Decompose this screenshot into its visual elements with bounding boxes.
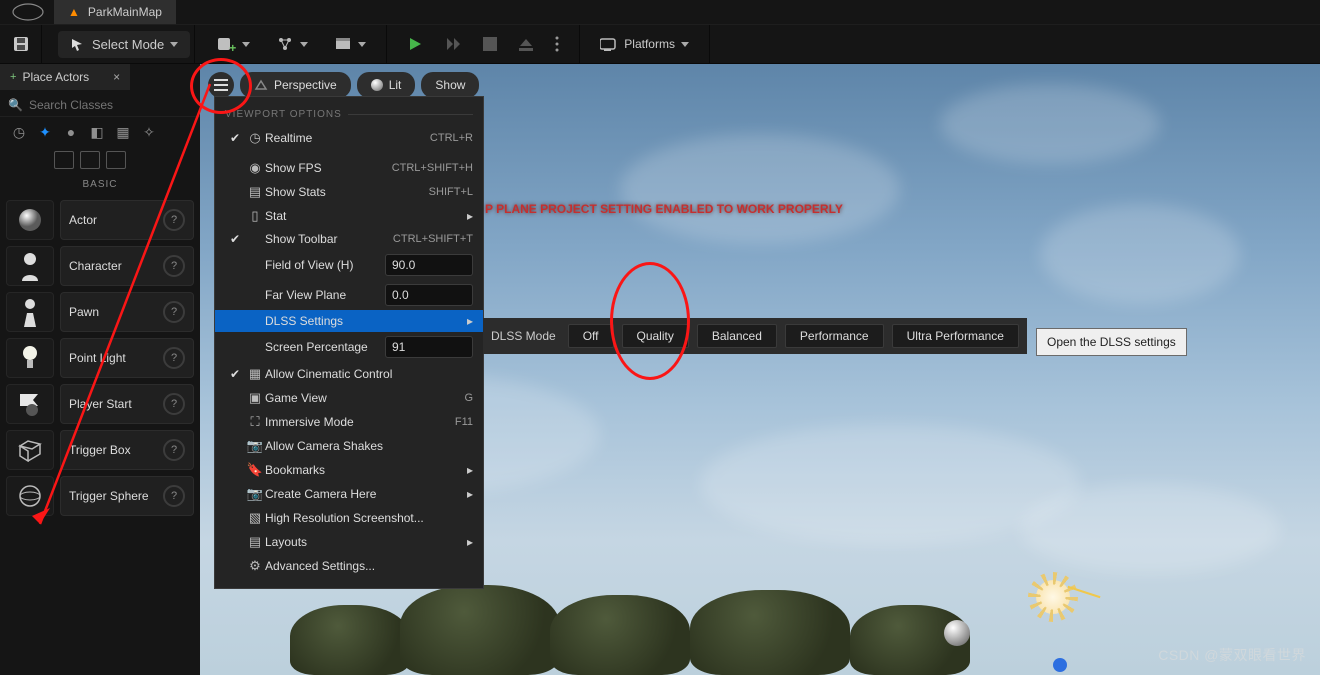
- dlss-off-button[interactable]: Off: [568, 324, 614, 348]
- menu-camera-shakes[interactable]: 📷Allow Camera Shakes: [215, 434, 483, 458]
- menu-far-plane: Far View Plane: [215, 280, 483, 310]
- play-button[interactable]: [401, 30, 429, 58]
- skip-button[interactable]: [439, 30, 467, 58]
- chevron-down-icon: [358, 42, 366, 47]
- lit-dropdown[interactable]: Lit: [357, 72, 416, 98]
- eject-button[interactable]: [513, 31, 539, 57]
- menu-fov: Field of View (H): [215, 250, 483, 280]
- sun-gizmo-icon: [1036, 580, 1070, 614]
- dlss-tooltip: Open the DLSS settings: [1036, 328, 1187, 356]
- blueprints-dropdown[interactable]: [270, 29, 314, 59]
- perspective-dropdown[interactable]: Perspective: [240, 72, 351, 98]
- dlss-performance-button[interactable]: Performance: [785, 324, 884, 348]
- trees-background: [290, 595, 990, 675]
- menu-stat[interactable]: ▯Stat▸: [215, 204, 483, 228]
- fov-input[interactable]: [385, 254, 473, 276]
- platforms-label: Platforms: [624, 37, 675, 51]
- menu-screen-percentage: Screen Percentage: [215, 332, 483, 362]
- annotation-arrow: [10, 22, 224, 526]
- menu-immersive[interactable]: ⛶Immersive ModeF11: [215, 410, 483, 434]
- stop-button[interactable]: [477, 31, 503, 57]
- menu-show-fps[interactable]: ◉Show FPSCTRL+SHIFT+H: [215, 156, 483, 180]
- menu-bookmarks[interactable]: 🔖Bookmarks▸: [215, 458, 483, 482]
- chevron-down-icon: [681, 42, 689, 47]
- menu-create-camera[interactable]: 📷Create Camera Here▸: [215, 482, 483, 506]
- watermark-text: CSDN @蒙双眼看世界: [1158, 645, 1306, 665]
- show-dropdown[interactable]: Show: [421, 72, 479, 98]
- viewport-options-menu: VIEWPORT OPTIONS ✔◷RealtimeCTRL+R ◉Show …: [214, 96, 484, 589]
- dlss-ultra-button[interactable]: Ultra Performance: [892, 324, 1019, 348]
- dlss-mode-label: DLSS Mode: [491, 329, 556, 343]
- play-options-dropdown[interactable]: [549, 30, 565, 58]
- menu-layouts[interactable]: ▤Layouts▸: [215, 530, 483, 554]
- level-tab-label: ParkMainMap: [88, 5, 162, 19]
- unreal-logo[interactable]: [4, 0, 52, 24]
- menu-dlss-settings[interactable]: DLSS Settings▸: [215, 310, 483, 332]
- dlss-balanced-button[interactable]: Balanced: [697, 324, 777, 348]
- chevron-down-icon: [300, 42, 308, 47]
- viewport-options-header: VIEWPORT OPTIONS: [215, 97, 483, 126]
- menu-advanced[interactable]: ⚙Advanced Settings...: [215, 554, 483, 578]
- menu-show-toolbar[interactable]: ✔Show ToolbarCTRL+SHIFT+T: [215, 228, 483, 250]
- sphere-gizmo-icon: [944, 620, 970, 646]
- chevron-down-icon: [242, 42, 250, 47]
- viewport[interactable]: Perspective Lit Show P PLANE PROJECT SET…: [200, 64, 1320, 675]
- menu-show-stats[interactable]: ▤Show StatsSHIFT+L: [215, 180, 483, 204]
- menu-hires-screenshot[interactable]: ▧High Resolution Screenshot...: [215, 506, 483, 530]
- annotation-circle-quality: [610, 262, 690, 380]
- platforms-dropdown[interactable]: Platforms: [594, 31, 695, 57]
- far-plane-input[interactable]: [385, 284, 473, 306]
- menu-game-view[interactable]: ▣Game ViewG: [215, 386, 483, 410]
- viewport-warning-text: P PLANE PROJECT SETTING ENABLED TO WORK …: [485, 202, 843, 216]
- dlss-submenu: DLSS Mode Off Quality Balanced Performan…: [483, 318, 1027, 354]
- cinematics-dropdown[interactable]: [328, 29, 372, 59]
- blue-gizmo-icon: [1053, 658, 1067, 672]
- menu-realtime[interactable]: ✔◷RealtimeCTRL+R: [215, 126, 483, 150]
- level-tab[interactable]: ▲ ParkMainMap: [54, 0, 176, 24]
- flame-icon: ▲: [68, 5, 80, 19]
- screen-pct-input[interactable]: [385, 336, 473, 358]
- menu-cinematic[interactable]: ✔▦Allow Cinematic Control: [215, 362, 483, 386]
